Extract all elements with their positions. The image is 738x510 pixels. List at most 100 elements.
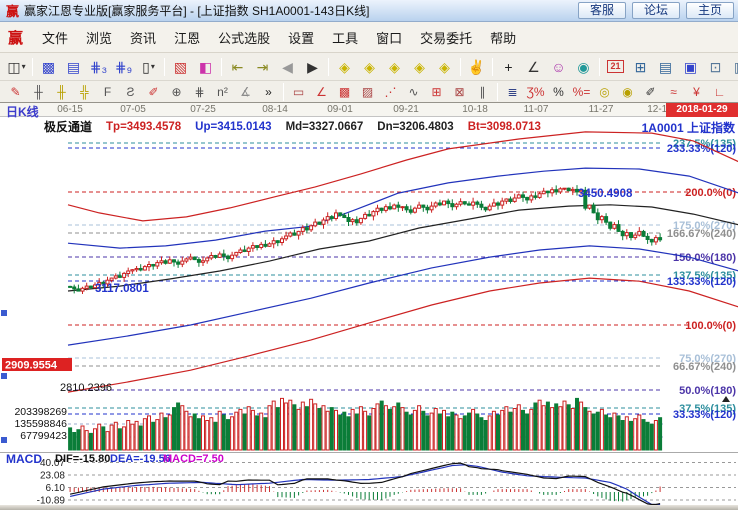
- menu-item[interactable]: 资讯: [121, 28, 165, 47]
- price-ladder-icon[interactable]: ≣: [501, 83, 524, 101]
- menu-bar: 赢 文件浏览资讯江恩公式选股设置工具窗口交易委托帮助: [0, 22, 738, 53]
- info-list-icon[interactable]: ▤: [61, 56, 86, 78]
- gann-grid-icon[interactable]: ╫: [27, 83, 50, 101]
- menu-item[interactable]: 设置: [279, 28, 323, 47]
- time-grid-icon[interactable]: ⋕: [188, 83, 211, 101]
- toolbar-separator: [221, 58, 222, 76]
- diamond-left-right-icon[interactable]: ◈: [332, 56, 357, 78]
- crosshair-icon[interactable]: +: [496, 56, 521, 78]
- export-screen-icon[interactable]: ⊡: [703, 56, 728, 78]
- gann-level-label: 166.67%(240): [667, 228, 736, 240]
- indicator-value: Md=3327.0667: [286, 121, 364, 133]
- smart-brain-icon[interactable]: ◉: [571, 56, 596, 78]
- parallel-lines-icon[interactable]: ∥: [471, 83, 494, 101]
- compass-tool-icon[interactable]: ✐: [142, 83, 165, 101]
- last-page-icon-glyph: ⇥: [257, 60, 269, 74]
- spiral-tool-icon-glyph: Ƨ: [126, 86, 134, 98]
- price-grid-icon-glyph: ▩: [339, 86, 350, 98]
- multi-color-chart-icon[interactable]: ◧: [193, 56, 218, 78]
- current-date-badge: 2018-01-29: [666, 103, 738, 117]
- menu-item[interactable]: 公式选股: [209, 28, 279, 47]
- angle-measure-icon-glyph: ∠: [527, 60, 540, 74]
- menu-item[interactable]: 帮助: [481, 28, 525, 47]
- percent-icon[interactable]: %: [547, 83, 570, 101]
- notes-icon[interactable]: ▤: [653, 56, 678, 78]
- percent-icon-glyph: %: [553, 86, 564, 98]
- hand-tool-icon[interactable]: ✌: [464, 56, 489, 78]
- gold-grid-1-icon[interactable]: ╫: [50, 83, 73, 101]
- region-stats-icon[interactable]: ▧: [168, 56, 193, 78]
- next-page-icon[interactable]: ▶: [300, 56, 325, 78]
- prev-page-icon[interactable]: ◀: [275, 56, 300, 78]
- percent-lines-icon[interactable]: %=: [570, 83, 593, 101]
- titlebar-button-1[interactable]: 论坛: [632, 2, 680, 19]
- menu-item[interactable]: 交易委托: [411, 28, 481, 47]
- kline-chart-svg[interactable]: 237.5%(135)233.33%(120)200.0%(0)175.0%(2…: [0, 103, 738, 505]
- macd-axis-tick: 6.10: [46, 483, 66, 494]
- trend-angle-icon[interactable]: ∟: [708, 83, 731, 101]
- rect-measure-icon[interactable]: ▭: [287, 83, 310, 101]
- price-marker-value: 2909.9554: [5, 360, 58, 372]
- calendar-icon[interactable]: 21: [603, 56, 628, 78]
- left-edge-marker-3[interactable]: [1, 437, 7, 443]
- left-edge-marker-2[interactable]: [1, 373, 7, 379]
- menu-item[interactable]: 江恩: [165, 28, 209, 47]
- angle-line-icon[interactable]: ∡: [234, 83, 257, 101]
- price-grid-icon[interactable]: ▩: [333, 83, 356, 101]
- titlebar-button-2[interactable]: 主页: [686, 2, 734, 19]
- wave-tool-icon[interactable]: ≈: [662, 83, 685, 101]
- pen-tool-icon[interactable]: ✎: [4, 83, 27, 101]
- crosshair-icon-glyph: +: [504, 60, 512, 74]
- circle-cycle-icon[interactable]: ⊕: [165, 83, 188, 101]
- bars-9min-icon[interactable]: ⋕₉: [111, 56, 136, 78]
- gold-price-icon[interactable]: ¥: [685, 83, 708, 101]
- bars-3min-icon[interactable]: ⋕₃: [86, 56, 111, 78]
- diamond-expand-icon[interactable]: ◈: [382, 56, 407, 78]
- diamond-shrink-icon[interactable]: ◈: [407, 56, 432, 78]
- gold-ratio-line-icon[interactable]: ◉: [616, 83, 639, 101]
- toolbar-separator: [599, 58, 600, 76]
- candlesticks: [69, 185, 662, 294]
- toolbar-separator: [460, 58, 461, 76]
- speed-lines-icon[interactable]: ⋰: [379, 83, 402, 101]
- remote-pc-icon[interactable]: ▥: [728, 56, 738, 78]
- fibo-grid-icon[interactable]: F: [96, 83, 119, 101]
- bars-3min-icon-glyph: ⋕₃: [90, 60, 107, 74]
- arrow-note-icon[interactable]: ✐: [639, 83, 662, 101]
- net-grid-icon[interactable]: ▩: [36, 56, 61, 78]
- save-icon[interactable]: ▣: [678, 56, 703, 78]
- next-page-icon-glyph: ▶: [307, 60, 318, 74]
- toolbar-separator: [328, 58, 329, 76]
- gann-gridlines: 237.5%(135)233.33%(120)200.0%(0)175.0%(2…: [68, 138, 736, 437]
- zigzag-wave-icon[interactable]: ∿: [402, 83, 425, 101]
- kline-style-button[interactable]: ◫▾: [4, 56, 29, 78]
- titlebar-button-0[interactable]: 客服: [578, 2, 626, 19]
- gold-grid-2-icon[interactable]: ╬: [73, 83, 96, 101]
- left-edge-marker-1[interactable]: [1, 310, 7, 316]
- smart-brain-icon-glyph: ◉: [577, 60, 589, 74]
- gold-ratio-line-icon-glyph: ◉: [622, 86, 632, 98]
- diamond-all-icon[interactable]: ◈: [432, 56, 457, 78]
- spiral-tool-icon[interactable]: Ƨ: [119, 83, 142, 101]
- more-tools-chevron[interactable]: »: [257, 83, 280, 101]
- angle-measure-icon[interactable]: ∠: [521, 56, 546, 78]
- hatch-grid-icon[interactable]: ▨: [356, 83, 379, 101]
- candle-single-button[interactable]: ▯▾: [136, 56, 161, 78]
- menu-item[interactable]: 工具: [323, 28, 367, 47]
- gann-level-label: 133.33%(120): [667, 276, 736, 288]
- mask-tool-icon[interactable]: ☺: [546, 56, 571, 78]
- first-page-icon[interactable]: ⇤: [225, 56, 250, 78]
- channel-line-md: [68, 205, 738, 291]
- gold-ratio-circle-icon[interactable]: ◎: [593, 83, 616, 101]
- gann-fan-icon[interactable]: ∠: [310, 83, 333, 101]
- n-square-icon[interactable]: n²: [211, 83, 234, 101]
- menu-item[interactable]: 文件: [33, 28, 77, 47]
- diamond-up-down-icon[interactable]: ◈: [357, 56, 382, 78]
- calculator-icon[interactable]: ⊞: [628, 56, 653, 78]
- box-grid-icon[interactable]: ⊞: [425, 83, 448, 101]
- box-grid-2-icon[interactable]: ⊠: [448, 83, 471, 101]
- last-page-icon[interactable]: ⇥: [250, 56, 275, 78]
- menu-item[interactable]: 窗口: [367, 28, 411, 47]
- percent-zone-icon[interactable]: Ʒ%: [524, 83, 547, 101]
- menu-item[interactable]: 浏览: [77, 28, 121, 47]
